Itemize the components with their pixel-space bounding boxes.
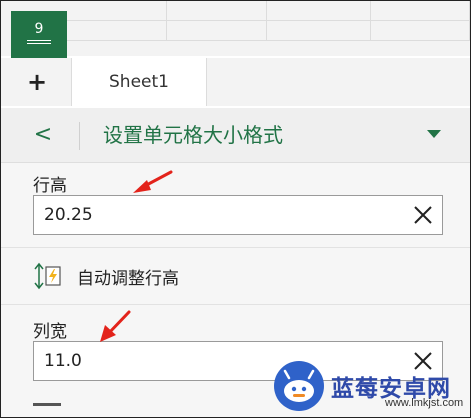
panel-title: 设置单元格大小格式 <box>103 123 283 147</box>
grid-cell[interactable] <box>167 21 267 41</box>
watermark-logo-icon <box>274 361 324 411</box>
grid-cell[interactable] <box>267 1 371 21</box>
add-sheet-button[interactable]: + <box>21 68 53 96</box>
autofit-row-height-icon <box>34 262 61 290</box>
sheet-tab-bar: + Sheet1 <box>1 58 470 106</box>
grid-cell[interactable] <box>67 1 167 21</box>
excel-window: 9 + Sheet1 < 设置单元格大小格式 行高 20.25 自动调整行高 列… <box>0 0 471 418</box>
annotation-arrow-icon <box>100 310 131 342</box>
watermark-url: www.lmkjst.com <box>385 397 464 409</box>
grid-cell[interactable] <box>371 1 470 21</box>
row-height-label: 行高 <box>33 176 67 196</box>
next-option-icon <box>33 403 61 406</box>
grid-cell[interactable] <box>267 21 371 41</box>
tab-sheet1[interactable]: Sheet1 <box>71 58 207 106</box>
format-panel-header: < 设置单元格大小格式 <box>1 108 470 163</box>
annotation-arrow-icon <box>133 170 173 193</box>
row-height-field[interactable] <box>33 195 443 235</box>
header-divider <box>79 122 80 150</box>
autofit-row-height-button[interactable]: 自动调整行高 <box>1 247 470 305</box>
grid-cell[interactable] <box>167 1 267 21</box>
row-height-input[interactable] <box>44 196 374 234</box>
spreadsheet-grid[interactable]: 9 <box>1 1 470 58</box>
selected-cell-value: 9 <box>34 21 44 37</box>
chevron-down-icon[interactable] <box>427 130 441 138</box>
column-width-input[interactable] <box>44 342 374 380</box>
cell-underline <box>27 40 51 41</box>
grid-cell[interactable] <box>67 21 167 41</box>
autofit-row-height-label: 自动调整行高 <box>77 269 179 289</box>
cell-underline <box>27 43 51 44</box>
column-width-label: 列宽 <box>33 322 67 342</box>
selected-cell[interactable]: 9 <box>11 11 67 58</box>
clear-icon[interactable] <box>412 204 434 226</box>
grid-cell[interactable] <box>371 21 470 41</box>
back-button[interactable]: < <box>31 120 55 150</box>
